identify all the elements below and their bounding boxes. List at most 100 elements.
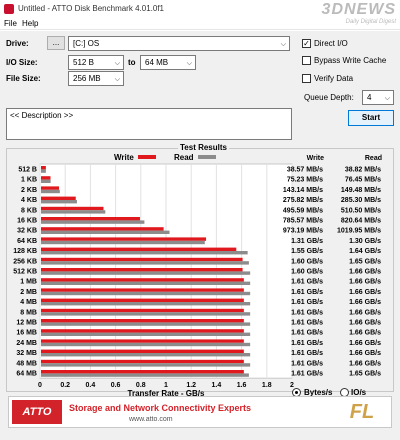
read-bar xyxy=(41,332,251,336)
x-tick-label: 0.4 xyxy=(86,382,96,389)
banner-url: www.atto.com xyxy=(129,416,173,423)
category-label: 12 MB xyxy=(16,320,37,327)
read-value-label: 1.66 GB/s xyxy=(349,340,381,347)
menu-help[interactable]: Help xyxy=(22,19,38,28)
menu-bar xyxy=(0,18,400,30)
chevron-down-icon: ⌵ xyxy=(280,41,286,48)
read-bar xyxy=(41,271,251,275)
io-size-to-value: 64 MB xyxy=(145,58,169,67)
io-size-to-select[interactable]: 64 MB ⌵ xyxy=(140,55,196,70)
io-size-from-select[interactable]: 512 B ⌵ xyxy=(68,55,124,70)
write-bar xyxy=(41,217,140,221)
read-bar xyxy=(41,189,60,194)
write-bar xyxy=(41,206,104,211)
atto-logo: ATTO xyxy=(12,400,62,424)
write-bar xyxy=(41,308,244,313)
window-title: Untitled - ATTO Disk Benchmark 4.01.0f1 xyxy=(18,4,164,13)
category-label: 128 KB xyxy=(13,248,37,255)
app-icon xyxy=(4,4,14,14)
category-label: 24 MB xyxy=(16,340,37,347)
read-bar xyxy=(41,363,251,367)
write-bar xyxy=(41,196,76,200)
read-bar xyxy=(41,240,205,245)
category-label: 256 KB xyxy=(13,258,37,265)
menu-file[interactable]: File xyxy=(4,19,17,28)
x-tick-label: 1.4 xyxy=(212,382,222,389)
read-bar xyxy=(41,353,251,357)
category-label: 8 MB xyxy=(20,309,37,316)
direct-io-checkbox[interactable]: ✓ xyxy=(302,39,311,48)
category-label: 2 KB xyxy=(21,187,37,194)
read-value-label: 1.66 GB/s xyxy=(349,289,381,296)
read-value-label: 1.65 GB/s xyxy=(349,258,381,265)
io-size-label: I/O Size: xyxy=(6,58,38,67)
queue-depth-value: 4 xyxy=(367,93,372,102)
read-value-label: 285.30 MB/s xyxy=(341,197,381,204)
queue-depth-label: Queue Depth: xyxy=(304,93,354,102)
file-size-value: 256 MB xyxy=(73,74,101,83)
bypass-write-cache-label: Bypass Write Cache xyxy=(314,56,387,65)
atto-banner[interactable]: ATTO Storage and Network Connectivity Ex… xyxy=(8,396,392,428)
category-label: 512 B xyxy=(18,167,37,174)
write-value-label: 143.14 MB/s xyxy=(283,187,323,194)
read-bar xyxy=(41,251,248,255)
read-value-label: 820.64 MB/s xyxy=(341,218,381,225)
read-value-label: 1019.95 MB/s xyxy=(337,228,381,235)
write-value-label: 1.61 GB/s xyxy=(291,299,323,306)
category-label: 1 KB xyxy=(21,177,37,184)
verify-data-label: Verify Data xyxy=(314,74,354,83)
category-label: 16 KB xyxy=(17,218,37,225)
read-bar xyxy=(41,169,46,173)
read-value-label: 1.66 GB/s xyxy=(349,269,381,276)
x-tick-label: 1.8 xyxy=(262,382,272,389)
read-bar xyxy=(41,179,51,183)
read-bar xyxy=(41,342,251,347)
browse-button[interactable]: ... xyxy=(47,36,65,50)
write-bar xyxy=(41,319,244,323)
read-bar xyxy=(41,373,249,377)
queue-depth-select[interactable]: 4 ⌵ xyxy=(362,90,394,105)
legend-read-swatch xyxy=(198,155,216,159)
write-value-label: 1.61 GB/s xyxy=(291,309,323,316)
read-value-label: 1.66 GB/s xyxy=(349,309,381,316)
write-bar xyxy=(41,339,244,343)
read-value-label: 1.30 GB/s xyxy=(349,238,381,245)
write-value-label: 1.61 GB/s xyxy=(291,360,323,367)
file-size-select[interactable]: 256 MB ⌵ xyxy=(68,71,124,86)
write-value-label: 495.59 MB/s xyxy=(283,207,323,214)
category-label: 1 MB xyxy=(20,279,37,286)
results-title: Test Results xyxy=(178,143,229,152)
direct-io-label: Direct I/O xyxy=(314,39,348,48)
io-size-to-label: to xyxy=(128,58,136,67)
write-value-label: 1.60 GB/s xyxy=(291,258,323,265)
write-value-label: 1.31 GB/s xyxy=(291,238,323,245)
description-textarea[interactable]: << Description >> xyxy=(6,108,292,140)
legend-write-swatch xyxy=(138,155,156,159)
category-label: 48 MB xyxy=(16,360,37,367)
verify-data-checkbox[interactable] xyxy=(302,74,311,83)
write-bar xyxy=(41,288,244,292)
read-bar xyxy=(41,312,251,316)
read-bar xyxy=(41,302,251,306)
write-value-label: 785.57 MB/s xyxy=(283,218,323,225)
write-value-label: 38.57 MB/s xyxy=(287,167,323,174)
drive-select[interactable]: [C:] OS ⌵ xyxy=(68,36,290,51)
chevron-down-icon: ⌵ xyxy=(114,76,120,83)
read-bar xyxy=(41,291,251,296)
chevron-down-icon: ⌵ xyxy=(186,60,192,67)
read-bar xyxy=(41,261,249,265)
read-value-label: 76.45 MB/s xyxy=(345,177,381,184)
write-value-label: 1.61 GB/s xyxy=(291,371,323,378)
write-value-label: 1.61 GB/s xyxy=(291,320,323,327)
read-value-label: 1.65 GB/s xyxy=(349,371,381,378)
banner-headline: Storage and Network Connectivity Experts xyxy=(69,403,252,413)
category-label: 4 KB xyxy=(21,197,37,204)
write-value-label: 1.60 GB/s xyxy=(291,269,323,276)
write-bar xyxy=(41,349,244,353)
read-bar xyxy=(41,230,170,234)
bypass-write-cache-checkbox[interactable] xyxy=(302,56,311,65)
read-value-label: 510.50 MB/s xyxy=(341,207,381,214)
start-button[interactable]: Start xyxy=(348,110,394,126)
read-value-label: 38.82 MB/s xyxy=(345,167,381,174)
write-bar xyxy=(41,359,244,364)
